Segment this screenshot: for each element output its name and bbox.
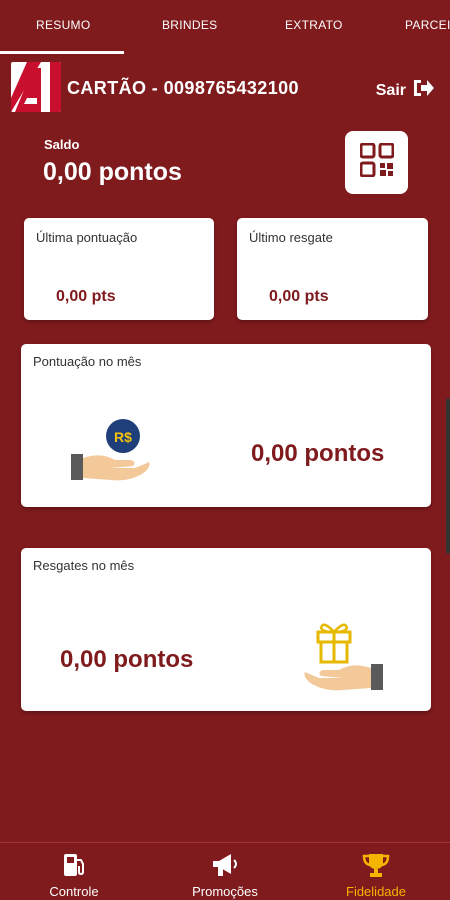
qr-code-icon (359, 142, 394, 182)
month-score-card: Pontuação no mês R$ 0,00 pontos (21, 344, 431, 507)
tab-extrato[interactable]: EXTRATO (285, 18, 343, 32)
trophy-icon (361, 852, 391, 883)
megaphone-icon (210, 852, 240, 883)
nav-promocoes[interactable]: Promoções (175, 843, 275, 900)
logout-button[interactable]: Sair (376, 78, 434, 103)
active-tab-indicator (0, 51, 124, 54)
logout-label: Sair (375, 81, 406, 99)
last-score-label: Última pontuação (36, 230, 138, 245)
fuel-pump-icon (61, 852, 87, 883)
nav-controle[interactable]: Controle (24, 843, 124, 900)
last-redeem-value: 0,00 pts (269, 288, 329, 305)
coin-text: R$ (114, 429, 132, 445)
hand-coin-icon: R$ (71, 416, 151, 491)
brand-logo (11, 62, 61, 112)
top-tabs: RESUMO BRINDES EXTRATO PARCEI (0, 0, 450, 54)
last-score-value: 0,00 pts (56, 288, 116, 305)
saldo-label: Saldo (44, 137, 80, 152)
qr-code-button[interactable] (345, 131, 408, 194)
tab-resumo[interactable]: RESUMO (36, 18, 90, 32)
hand-gift-icon (301, 620, 383, 699)
nav-controle-label: Controle (49, 884, 99, 899)
month-score-value: 0,00 pontos (251, 440, 385, 467)
scrollbar[interactable] (446, 398, 450, 554)
tab-brindes[interactable]: BRINDES (162, 18, 217, 32)
bottom-navigation: Controle Promoções Fidelidade (0, 842, 450, 900)
last-score-card: Última pontuação 0,00 pts (24, 218, 214, 320)
nav-promocoes-label: Promoções (192, 884, 258, 899)
month-score-label: Pontuação no mês (33, 354, 142, 369)
last-redeem-label: Último resgate (249, 230, 333, 245)
month-redeem-card: Resgates no mês 0,00 pontos (21, 548, 431, 711)
saldo-value: 0,00 pontos (43, 158, 182, 186)
month-redeem-label: Resgates no mês (33, 558, 135, 573)
nav-fidelidade-label: Fidelidade (346, 884, 406, 899)
last-redeem-card: Último resgate 0,00 pts (237, 218, 428, 320)
nav-fidelidade[interactable]: Fidelidade (326, 843, 426, 900)
card-number-title: CARTÃO - 0098765432100 (67, 78, 299, 98)
header: CARTÃO - 0098765432100 Sair (0, 60, 450, 114)
tab-parceiros[interactable]: PARCEI (405, 18, 450, 32)
month-redeem-value: 0,00 pontos (60, 646, 194, 673)
logout-icon (412, 78, 434, 103)
